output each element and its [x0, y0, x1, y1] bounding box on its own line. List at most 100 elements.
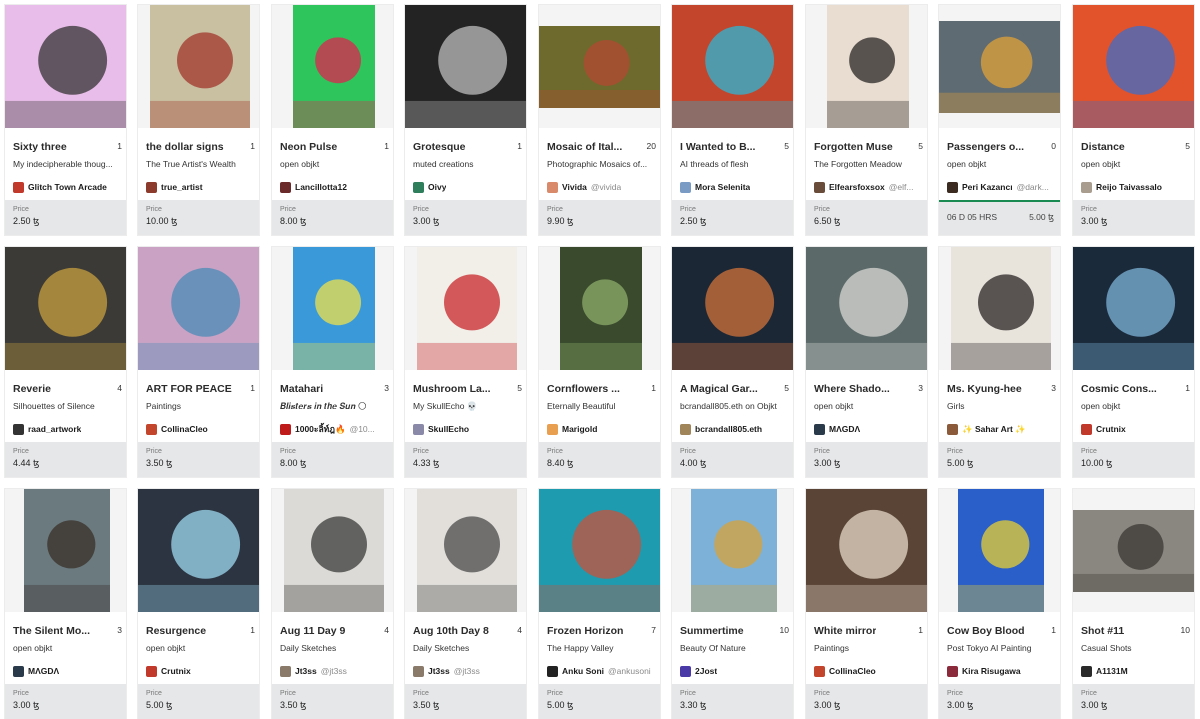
artwork-card[interactable]: Neon Pulse 1 open objkt Lancillotta12 Price 8…: [271, 4, 394, 236]
artwork-image[interactable]: [939, 5, 1060, 128]
artwork-card[interactable]: Aug 10th Day 8 4 Daily Sketches Jt3ss @jt3ss…: [404, 488, 527, 719]
artwork-card[interactable]: ART FOR PEACE 1 Paintings CollinaCleo Price 3…: [137, 246, 260, 478]
creator-name[interactable]: true_artist: [161, 182, 203, 192]
creator-name[interactable]: CollinaCleo: [161, 424, 208, 434]
collection-name[interactable]: My SkullEcho 💀: [413, 401, 522, 412]
creator-row[interactable]: MΛGDΛ: [814, 422, 925, 436]
artwork-title[interactable]: Aug 10th Day 8: [413, 625, 489, 639]
creator-row[interactable]: Reijo Taivassalo: [1081, 180, 1192, 194]
collection-name[interactable]: Post Tokyo AI Painting: [947, 643, 1056, 653]
artwork-title[interactable]: Aug 11 Day 9: [280, 625, 345, 639]
price-box[interactable]: Price 3.00 ꜩ: [939, 684, 1060, 719]
artwork-card[interactable]: Shot #11 10 Casual Shots A1131M Price 3.00 ꜩ: [1072, 488, 1195, 719]
collection-name[interactable]: My indecipherable thoug...: [13, 159, 122, 169]
artwork-image[interactable]: [672, 489, 793, 612]
artwork-card[interactable]: Cow Boy Blood 1 Post Tokyo AI Painting Kira…: [938, 488, 1061, 719]
artwork-title[interactable]: Summertime: [680, 625, 744, 639]
price-box[interactable]: Price 8.00 ꜩ: [272, 200, 393, 235]
creator-row[interactable]: Glitch Town Arcade: [13, 180, 124, 194]
artwork-title[interactable]: Resurgence: [146, 625, 206, 639]
artwork-image[interactable]: [405, 489, 526, 612]
collection-name[interactable]: Silhouettes of Silence: [13, 401, 122, 411]
creator-name[interactable]: MΛGDΛ: [829, 424, 860, 434]
artwork-card[interactable]: I Wanted to B... 5 AI threads of flesh Mora…: [671, 4, 794, 236]
creator-row[interactable]: Kira Risugawa: [947, 664, 1058, 678]
artwork-title[interactable]: Passengers o...: [947, 141, 1024, 155]
artwork-title[interactable]: Sixty three: [13, 141, 67, 155]
creator-name[interactable]: CollinaCleo: [829, 666, 876, 676]
artwork-image[interactable]: [5, 247, 126, 370]
price-box[interactable]: Price 2.50 ꜩ: [5, 200, 126, 235]
artwork-image[interactable]: [138, 247, 259, 370]
collection-name[interactable]: The Forgotten Meadow: [814, 159, 923, 169]
collection-name[interactable]: open objkt: [1081, 159, 1190, 169]
price-box[interactable]: Price 8.40 ꜩ: [539, 442, 660, 477]
creator-name[interactable]: Oivy: [428, 182, 446, 192]
artwork-image[interactable]: [539, 489, 660, 612]
price-box[interactable]: Price 9.90 ꜩ: [539, 200, 660, 235]
artwork-title[interactable]: Mosaic of Ital...: [547, 141, 622, 155]
collection-name[interactable]: AI threads of flesh: [680, 159, 789, 169]
creator-name[interactable]: Crutnix: [161, 666, 191, 676]
collection-name[interactable]: Paintings: [146, 401, 255, 411]
creator-row[interactable]: Marigold: [547, 422, 658, 436]
artwork-title[interactable]: Cornflowers ...: [547, 383, 620, 397]
collection-name[interactable]: open objkt: [280, 159, 389, 169]
creator-name[interactable]: 2Jost: [695, 666, 717, 676]
artwork-title[interactable]: Reverie: [13, 383, 51, 397]
artwork-image[interactable]: [806, 489, 927, 612]
artwork-image[interactable]: [272, 5, 393, 128]
artwork-card[interactable]: Passengers o... 0 open objkt Peri Kazancı @d…: [938, 4, 1061, 236]
price-box[interactable]: Price 4.00 ꜩ: [672, 442, 793, 477]
creator-row[interactable]: bcrandall805.eth: [680, 422, 791, 436]
artwork-image[interactable]: [138, 489, 259, 612]
price-box[interactable]: Price 4.33 ꜩ: [405, 442, 526, 477]
creator-row[interactable]: Crutnix: [146, 664, 257, 678]
artwork-card[interactable]: Distance 5 open objkt Reijo Taivassalo Price…: [1072, 4, 1195, 236]
collection-name[interactable]: bcrandall805.eth on Objkt: [680, 401, 789, 411]
artwork-card[interactable]: White mirror 1 Paintings CollinaCleo Price 3.…: [805, 488, 928, 719]
artwork-card[interactable]: Resurgence 1 open objkt Crutnix Price 5.00 ꜩ: [137, 488, 260, 719]
creator-name[interactable]: Lancillotta12: [295, 182, 347, 192]
creator-name[interactable]: Vivida: [562, 182, 587, 192]
price-box[interactable]: Price 10.00 ꜩ: [1073, 442, 1194, 477]
creator-name[interactable]: 1000ะลิ้ท์ฎ🔥: [295, 422, 346, 436]
artwork-image[interactable]: [405, 5, 526, 128]
price-box[interactable]: Price 10.00 ꜩ: [138, 200, 259, 235]
artwork-title[interactable]: the dollar signs: [146, 141, 224, 155]
artwork-title[interactable]: Matahari: [280, 383, 323, 397]
artwork-image[interactable]: [539, 247, 660, 370]
artwork-image[interactable]: [539, 5, 660, 128]
artwork-title[interactable]: ART FOR PEACE: [146, 383, 232, 397]
artwork-title[interactable]: Distance: [1081, 141, 1125, 155]
artwork-card[interactable]: Frozen Horizon 7 The Happy Valley Anku Soni…: [538, 488, 661, 719]
creator-row[interactable]: Jt3ss @jt3ss: [280, 664, 391, 678]
creator-row[interactable]: MΛGDΛ: [13, 664, 124, 678]
artwork-card[interactable]: Where Shado... 3 open objkt MΛGDΛ Price 3.00 …: [805, 246, 928, 478]
artwork-title[interactable]: I Wanted to B...: [680, 141, 755, 155]
creator-name[interactable]: A1131M: [1096, 666, 1128, 676]
artwork-card[interactable]: Mosaic of Ital... 20 Photographic Mosaics …: [538, 4, 661, 236]
collection-name[interactable]: Daily Sketches: [280, 643, 389, 653]
price-box[interactable]: Price 3.50 ꜩ: [405, 684, 526, 719]
artwork-image[interactable]: [1073, 247, 1194, 370]
artwork-image[interactable]: [672, 247, 793, 370]
artwork-image[interactable]: [939, 489, 1060, 612]
creator-name[interactable]: Glitch Town Arcade: [28, 182, 107, 192]
creator-row[interactable]: Lancillotta12: [280, 180, 391, 194]
creator-name[interactable]: Marigold: [562, 424, 597, 434]
artwork-image[interactable]: [1073, 5, 1194, 128]
price-box[interactable]: Price 8.00 ꜩ: [272, 442, 393, 477]
creator-row[interactable]: 1000ะลิ้ท์ฎ🔥 @10...: [280, 422, 391, 436]
creator-name[interactable]: Peri Kazancı: [962, 182, 1013, 192]
creator-name[interactable]: SkullEcho: [428, 424, 469, 434]
collection-name[interactable]: Paintings: [814, 643, 923, 653]
artwork-image[interactable]: [138, 5, 259, 128]
collection-name[interactable]: muted creations: [413, 159, 522, 169]
creator-row[interactable]: Oivy: [413, 180, 524, 194]
price-box[interactable]: Price 5.00 ꜩ: [939, 442, 1060, 477]
creator-row[interactable]: Vivida @vivida: [547, 180, 658, 194]
artwork-title[interactable]: Cosmic Cons...: [1081, 383, 1157, 397]
artwork-card[interactable]: Summertime 10 Beauty Of Nature 2Jost Price 3.…: [671, 488, 794, 719]
price-box[interactable]: Price 3.30 ꜩ: [672, 684, 793, 719]
